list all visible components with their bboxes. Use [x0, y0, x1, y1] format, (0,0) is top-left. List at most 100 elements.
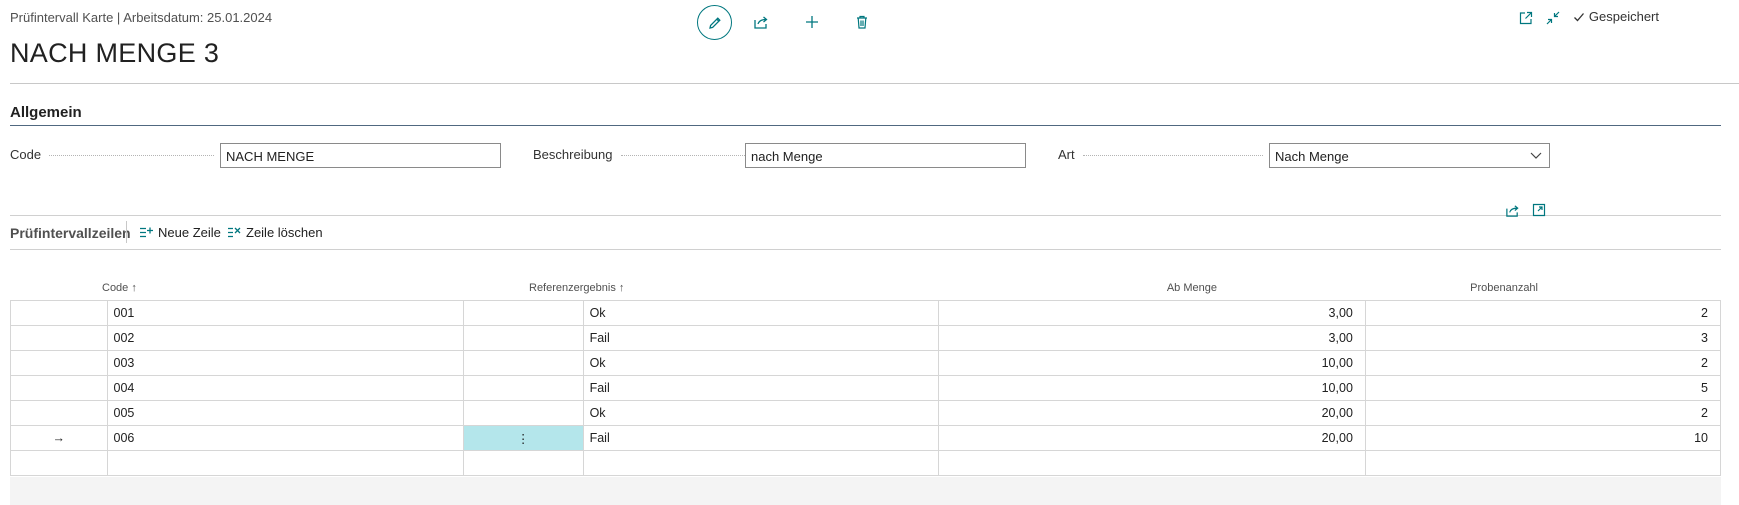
code-cell[interactable]: 006 — [106, 425, 464, 451]
ab-menge-cell[interactable] — [937, 450, 1366, 476]
check-icon — [1573, 12, 1584, 21]
saved-status: Gespeichert — [1573, 9, 1659, 24]
section-divider — [10, 125, 1721, 126]
column-header-probenanzahl[interactable]: Probenanzahl — [1386, 282, 1538, 294]
lines-divider-top — [10, 215, 1721, 216]
ab-menge-cell[interactable]: 20,00 — [937, 400, 1366, 426]
row-action-cell[interactable] — [462, 400, 584, 426]
label-leader — [49, 154, 215, 156]
referenzergebnis-cell[interactable]: Fail — [582, 425, 939, 451]
new-line-label: Neue Zeile — [158, 225, 221, 240]
code-label-text: Code — [10, 147, 42, 162]
column-header-referenzergebnis[interactable]: Referenzergebnis ↑ — [529, 282, 624, 294]
collapse-icon — [1546, 11, 1560, 25]
probenanzahl-cell[interactable]: 2 — [1364, 400, 1722, 426]
row-action-cell[interactable] — [462, 300, 584, 326]
collapse-button[interactable] — [1544, 9, 1562, 27]
share-icon — [754, 16, 768, 29]
row-indicator-cell[interactable] — [10, 400, 108, 426]
new-button[interactable] — [795, 5, 829, 39]
row-indicator-cell[interactable] — [10, 350, 108, 376]
plus-icon — [806, 16, 818, 28]
row-action-cell[interactable] — [462, 325, 584, 351]
row-indicator-cell[interactable] — [10, 450, 108, 476]
art-label-text: Art — [1058, 147, 1075, 162]
current-row-arrow-icon: → — [10, 425, 108, 451]
pencil-icon — [708, 16, 721, 29]
ab-menge-cell[interactable]: 3,00 — [937, 325, 1366, 351]
column-header-code[interactable]: Code ↑ — [102, 282, 137, 294]
column-header-code-label: Code — [102, 282, 129, 294]
referenzergebnis-cell[interactable]: Ok — [582, 300, 939, 326]
header-divider — [10, 83, 1739, 84]
section-title[interactable]: Allgemein — [10, 104, 82, 121]
row-indicator-cell[interactable] — [10, 375, 108, 401]
lines-expand-button[interactable] — [1530, 201, 1548, 219]
lines-divider-bottom — [10, 249, 1721, 250]
code-cell[interactable]: 004 — [106, 375, 464, 401]
ab-menge-cell[interactable]: 3,00 — [937, 300, 1366, 326]
probenanzahl-cell[interactable]: 5 — [1364, 375, 1722, 401]
table-row[interactable]: 003 Ok 10,00 2 — [10, 350, 1722, 376]
code-cell[interactable]: 001 — [106, 300, 464, 326]
table-row[interactable]: 005 Ok 20,00 2 — [10, 400, 1722, 426]
table-row[interactable]: 002 Fail 3,00 3 — [10, 325, 1722, 351]
saved-label: Gespeichert — [1588, 9, 1659, 24]
ab-menge-cell[interactable]: 20,00 — [937, 425, 1366, 451]
breadcrumb: Prüfintervall Karte | Arbeitsdatum: 25.0… — [10, 10, 273, 25]
code-field[interactable]: NACH MENGE — [220, 143, 501, 168]
row-indicator-cell[interactable] — [10, 325, 108, 351]
sort-asc-icon: ↑ — [131, 282, 137, 294]
ab-menge-cell[interactable]: 10,00 — [937, 375, 1366, 401]
row-menu-button[interactable]: ⋮ — [462, 425, 584, 451]
grid-footer — [10, 477, 1721, 505]
code-cell[interactable]: 003 — [106, 350, 464, 376]
edit-button[interactable] — [697, 5, 732, 40]
share-icon — [1505, 204, 1519, 217]
table-row-current[interactable]: → 006 ⋮ Fail 20,00 10 — [10, 425, 1722, 451]
toolbar-separator — [126, 221, 127, 243]
probenanzahl-cell[interactable]: 3 — [1364, 325, 1722, 351]
column-header-ab-menge[interactable]: Ab Menge — [1069, 282, 1217, 294]
referenzergebnis-cell[interactable]: Ok — [582, 350, 939, 376]
probenanzahl-cell[interactable] — [1364, 450, 1722, 476]
probenanzahl-cell[interactable]: 2 — [1364, 350, 1722, 376]
chevron-down-icon — [1530, 152, 1542, 159]
row-action-cell[interactable] — [462, 375, 584, 401]
new-line-button[interactable]: Neue Zeile — [139, 225, 221, 240]
row-action-cell[interactable] — [462, 350, 584, 376]
probenanzahl-cell[interactable]: 10 — [1364, 425, 1722, 451]
ab-menge-cell[interactable]: 10,00 — [937, 350, 1366, 376]
referenzergebnis-cell[interactable]: Fail — [582, 325, 939, 351]
code-cell[interactable]: 002 — [106, 325, 464, 351]
code-cell[interactable] — [106, 450, 464, 476]
lines-share-button[interactable] — [1503, 201, 1521, 219]
table-row[interactable]: 001 Ok 3,00 2 — [10, 300, 1722, 326]
referenzergebnis-cell[interactable]: Fail — [582, 375, 939, 401]
table-row[interactable]: 004 Fail 10,00 5 — [10, 375, 1722, 401]
art-select[interactable]: Nach Menge — [1269, 143, 1550, 168]
share-button[interactable] — [744, 5, 778, 39]
delete-button[interactable] — [845, 5, 879, 39]
art-field-label: Art — [1058, 147, 1263, 162]
referenzergebnis-cell[interactable]: Ok — [582, 400, 939, 426]
lines-grid: 001 Ok 3,00 2 002 Fail 3,00 3 003 Ok 10,… — [10, 300, 1722, 476]
label-leader — [620, 154, 749, 156]
referenzergebnis-cell[interactable] — [582, 450, 939, 476]
row-action-cell[interactable] — [462, 450, 584, 476]
row-indicator-cell[interactable] — [10, 300, 108, 326]
lines-title[interactable]: Prüfintervallzeilen — [10, 225, 131, 241]
table-row-empty[interactable] — [10, 450, 1722, 476]
beschreibung-field[interactable]: nach Menge — [745, 143, 1026, 168]
probenanzahl-cell[interactable]: 2 — [1364, 300, 1722, 326]
label-leader — [1082, 154, 1263, 156]
art-select-value: Nach Menge — [1275, 149, 1349, 164]
page-title: NACH MENGE 3 — [10, 38, 220, 68]
delete-line-button[interactable]: Zeile löschen — [227, 225, 323, 240]
open-new-window-button[interactable] — [1517, 9, 1535, 27]
trash-icon — [857, 15, 867, 29]
expand-icon — [1532, 203, 1546, 217]
beschreibung-field-label: Beschreibung — [533, 147, 749, 162]
column-header-ref-label: Referenzergebnis — [529, 282, 616, 294]
code-cell[interactable]: 005 — [106, 400, 464, 426]
